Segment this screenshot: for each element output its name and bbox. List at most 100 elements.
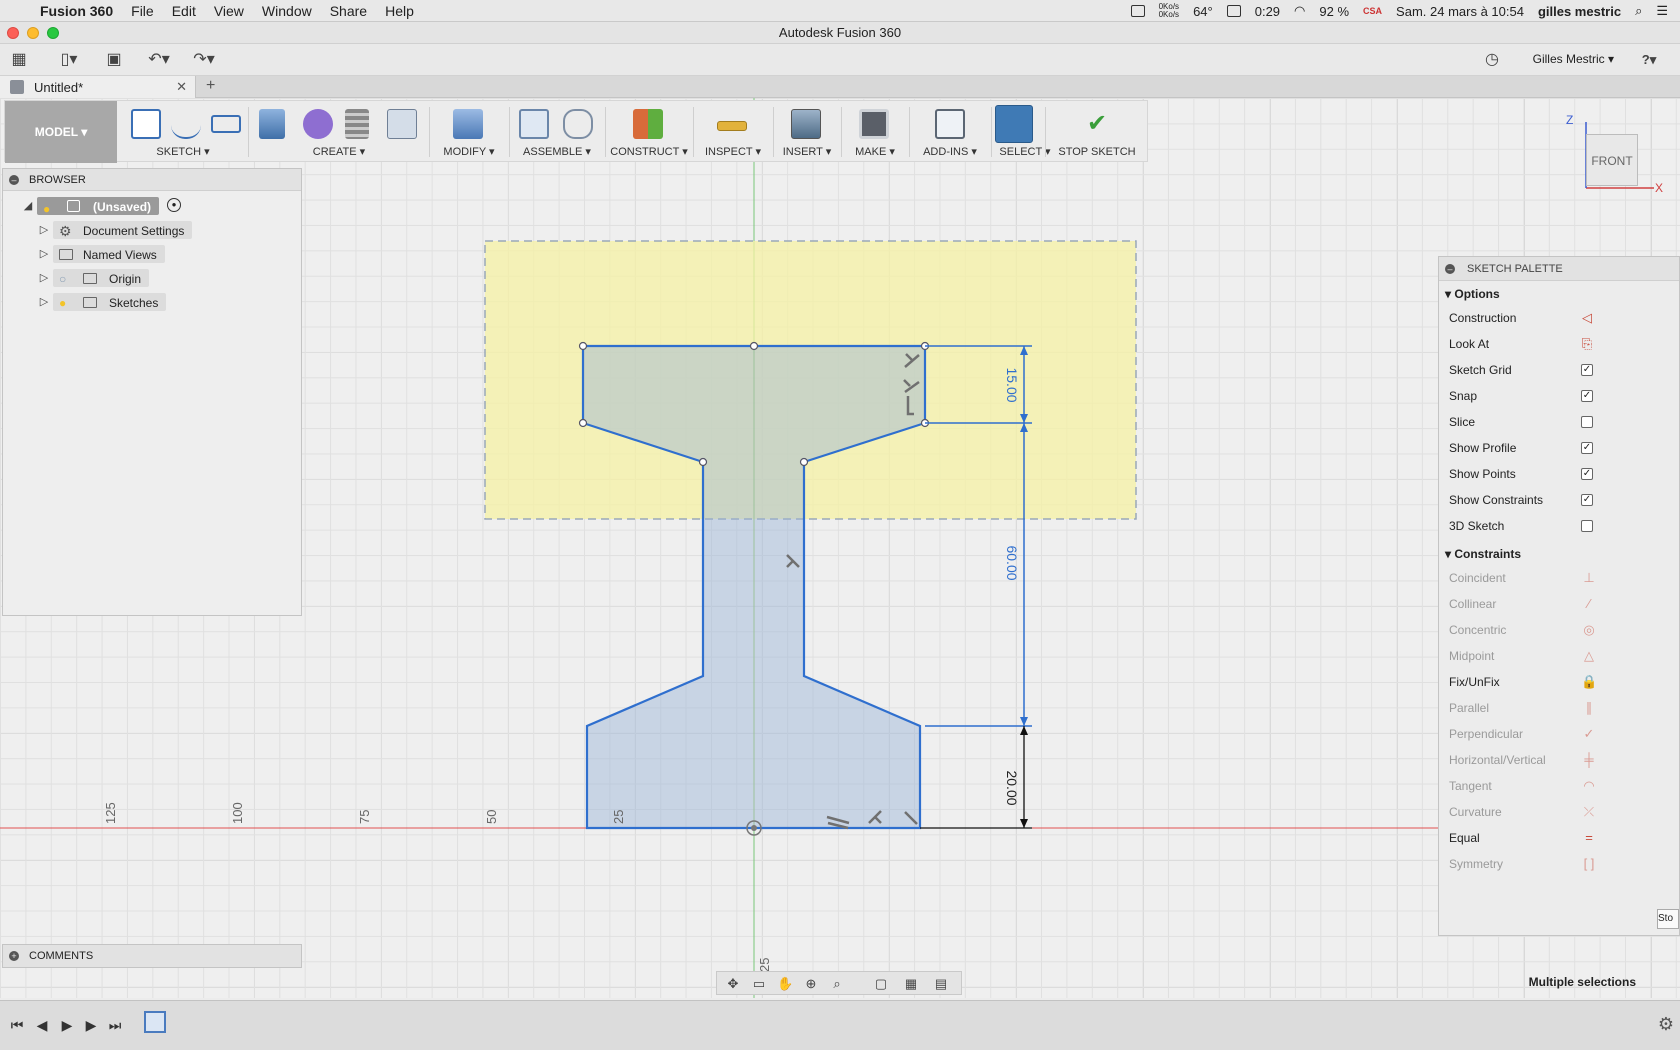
browser-node-document-settings[interactable]: ▷ ⚙ Document Settings: [37, 220, 207, 240]
option-show-points[interactable]: Show Points ✓: [1449, 463, 1675, 485]
horizontal-vertical-icon[interactable]: ╪: [1581, 753, 1597, 766]
create-sketch-icon[interactable]: [131, 109, 161, 139]
thread-coil-icon[interactable]: [345, 109, 369, 139]
node-pill[interactable]: ● Sketches: [53, 293, 167, 311]
redo-icon[interactable]: ↷▾: [189, 51, 219, 69]
look-at-icon[interactable]: ⎘: [1581, 337, 1593, 350]
tab-untitled[interactable]: Untitled* ✕: [0, 76, 196, 98]
keyboard-layout[interactable]: CSA: [1363, 6, 1382, 16]
timeline-settings-gear-icon[interactable]: ⚙: [1658, 1014, 1674, 1035]
browser-root-node[interactable]: ◢ ● (Unsaved) ●: [21, 196, 191, 216]
dimension-20[interactable]: 20.00: [1004, 770, 1020, 805]
notification-center-icon[interactable]: ☰: [1656, 3, 1668, 19]
close-tab-icon[interactable]: ✕: [176, 79, 187, 95]
sketch-point[interactable]: [578, 341, 588, 351]
close-window-button[interactable]: [7, 27, 19, 39]
inspect-group[interactable]: INSPECT ▾: [697, 101, 769, 163]
add-ins-menu-label[interactable]: ADD-INS ▾: [913, 145, 987, 158]
stop-sketch-group[interactable]: ✔ STOP SKETCH: [1049, 101, 1145, 163]
create-group[interactable]: CREATE ▾: [253, 101, 425, 163]
visibility-bulb-icon[interactable]: ●: [43, 199, 50, 219]
sketch-point[interactable]: [698, 457, 708, 467]
modify-menu-label[interactable]: MODIFY ▾: [433, 145, 505, 158]
construction-icon[interactable]: ◁: [1581, 311, 1593, 324]
option-checkbox[interactable]: ✓: [1581, 364, 1593, 376]
menu-view[interactable]: View: [214, 3, 244, 19]
inspect-menu-label[interactable]: INSPECT ▾: [697, 145, 769, 158]
extrude-icon[interactable]: [259, 109, 285, 139]
browser-node-named-views[interactable]: ▷ Named Views: [37, 244, 207, 264]
menu-share[interactable]: Share: [330, 3, 367, 19]
press-pull-icon[interactable]: [453, 109, 483, 139]
option-checkbox[interactable]: ✓: [1581, 442, 1593, 454]
3d-print-icon[interactable]: [859, 109, 889, 139]
node-pill[interactable]: Named Views: [53, 245, 165, 263]
step-forward-icon[interactable]: ▶: [82, 1017, 100, 1034]
constraint-midpoint[interactable]: Midpoint △: [1449, 645, 1675, 667]
new-component-icon[interactable]: [519, 109, 549, 139]
help-icon[interactable]: ?▾: [1636, 51, 1662, 69]
option-construction[interactable]: Construction ◁: [1449, 307, 1675, 329]
file-menu-icon[interactable]: ▯▾: [54, 51, 84, 69]
constraint-perpendicular[interactable]: Perpendicular ✓: [1449, 723, 1675, 745]
constraint-fix-unfix[interactable]: Fix/UnFix 🔒: [1449, 671, 1675, 693]
scripts-gear-icon[interactable]: [935, 109, 965, 139]
make-group[interactable]: MAKE ▾: [845, 101, 905, 163]
construct-group[interactable]: CONSTRUCT ▾: [609, 101, 689, 163]
go-to-end-icon[interactable]: ⏭: [106, 1017, 124, 1034]
minimize-window-button[interactable]: [27, 27, 39, 39]
stop-sketch-label[interactable]: STOP SKETCH: [1049, 146, 1145, 158]
lock-icon[interactable]: 🔒: [1581, 675, 1597, 688]
look-at-icon[interactable]: ▭: [751, 976, 767, 992]
battery-percent[interactable]: 92 %: [1319, 4, 1349, 19]
dimension-15[interactable]: 15.00: [1004, 367, 1020, 402]
option-sketch-grid[interactable]: Sketch Grid ✓: [1449, 359, 1675, 381]
constraints-section-header[interactable]: ▾ Constraints: [1445, 547, 1521, 561]
user-name[interactable]: gilles mestric: [1538, 4, 1621, 19]
constraint-horizontal-vertical[interactable]: Horizontal/Vertical ╪: [1449, 749, 1675, 771]
option-look-at[interactable]: Look At ⎘: [1449, 333, 1675, 355]
perpendicular-icon[interactable]: ✓: [1581, 727, 1597, 740]
offset-plane-icon[interactable]: [633, 109, 663, 139]
select-icon[interactable]: [995, 105, 1033, 143]
select-menu-label[interactable]: SELECT ▾: [995, 145, 1055, 158]
option-snap[interactable]: Snap ✓: [1449, 385, 1675, 407]
new-tab-button[interactable]: +: [206, 77, 215, 95]
data-panel-grid-icon[interactable]: ▦: [10, 51, 28, 69]
constraint-coincident[interactable]: Coincident ⊥: [1449, 567, 1675, 589]
orbit-icon[interactable]: ✥: [725, 976, 741, 992]
sketch-point[interactable]: [749, 341, 759, 351]
parallel-icon[interactable]: ∥: [1581, 701, 1597, 714]
job-status-clock-icon[interactable]: ◷: [1483, 51, 1501, 69]
menu-window[interactable]: Window: [262, 3, 312, 19]
coincident-icon[interactable]: ⊥: [1581, 571, 1597, 584]
symmetry-icon[interactable]: [ ]: [1581, 857, 1597, 870]
option-show-constraints[interactable]: Show Constraints ✓: [1449, 489, 1675, 511]
option-checkbox[interactable]: ✓: [1581, 494, 1593, 506]
options-section-header[interactable]: ▾ Options: [1445, 287, 1500, 301]
option-checkbox[interactable]: ✓: [1581, 468, 1593, 480]
grid-settings-icon[interactable]: ▦: [903, 976, 919, 992]
collapse-icon[interactable]: –: [9, 175, 19, 185]
option-slice[interactable]: Slice: [1449, 411, 1675, 433]
expand-triangle-icon[interactable]: ▷: [37, 268, 51, 288]
clock[interactable]: Sam. 24 mars à 10:54: [1396, 4, 1524, 19]
hole-icon[interactable]: [387, 109, 417, 139]
option-checkbox[interactable]: ✓: [1581, 390, 1593, 402]
concentric-icon[interactable]: ◎: [1581, 623, 1597, 636]
zoom-icon[interactable]: ⊕: [803, 976, 819, 992]
constraint-tangent[interactable]: Tangent ◠: [1449, 775, 1675, 797]
constraint-equal[interactable]: Equal =: [1449, 827, 1675, 849]
curvature-icon[interactable]: ⤫: [1581, 805, 1597, 818]
modify-group[interactable]: MODIFY ▾: [433, 101, 505, 163]
insert-menu-label[interactable]: INSERT ▾: [777, 145, 837, 158]
wifi-icon[interactable]: ◠: [1294, 3, 1305, 19]
expand-triangle-icon[interactable]: ▷: [37, 244, 51, 264]
comments-panel[interactable]: + COMMENTS: [2, 944, 302, 968]
midpoint-icon[interactable]: △: [1581, 649, 1597, 662]
visibility-bulb-icon[interactable]: ○: [59, 269, 66, 289]
insert-image-icon[interactable]: [791, 109, 821, 139]
go-to-start-icon[interactable]: ⏮: [8, 1017, 26, 1034]
line-icon[interactable]: [171, 109, 201, 139]
dimension-60[interactable]: 60.00: [1004, 545, 1020, 580]
